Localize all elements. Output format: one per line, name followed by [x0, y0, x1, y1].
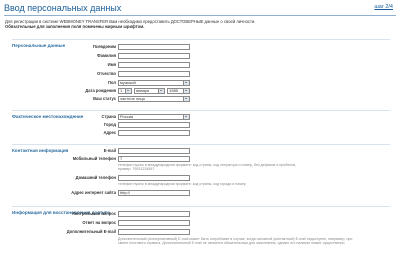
extra-phone-label: Домашний телефон — [75, 175, 116, 180]
firstname-label: Имя — [107, 62, 116, 67]
section-recovery: Информация для восстановления доступа — [12, 201, 390, 215]
answer-label: Ответ на вопрос — [82, 220, 116, 225]
patronymic-input[interactable] — [118, 71, 190, 77]
nickname-input[interactable] — [118, 44, 190, 50]
section-contact: Контактная информация — [12, 139, 390, 153]
website-label: Адрес интернет сайта — [71, 190, 116, 195]
extra-email-input[interactable] — [118, 229, 190, 235]
website-input[interactable]: http:// — [118, 190, 190, 196]
answer-input[interactable] — [118, 220, 190, 226]
page-title: Ввод персональных данных — [4, 3, 122, 13]
gender-select[interactable]: мужской — [118, 80, 190, 86]
gender-value: мужской — [120, 80, 136, 85]
question-label: Контрольный вопрос — [72, 211, 116, 216]
recovery-hint-line2: смене почтового сервиса. Дополнительный … — [118, 241, 345, 245]
status-label: Ваш статус — [93, 96, 116, 101]
website-value: http:// — [120, 190, 131, 195]
lastname-label: Фамилия — [97, 53, 116, 58]
chevron-down-icon — [183, 97, 189, 101]
birth-day-select[interactable]: 1 — [118, 88, 132, 94]
address-input[interactable] — [118, 130, 190, 136]
status-value: частное лицо — [120, 96, 145, 101]
birth-month-select[interactable]: января — [134, 88, 165, 94]
email-label: E-mail — [103, 148, 116, 153]
section-personal-title: Персональные данные — [12, 43, 66, 48]
firstname-input[interactable] — [118, 62, 190, 68]
required-note: Обязательные для заполнения поля помечен… — [5, 24, 145, 29]
lastname-input[interactable] — [118, 53, 190, 59]
address-label: Адрес — [103, 130, 116, 135]
chevron-down-icon — [183, 89, 189, 93]
patronymic-label: Отчество — [96, 71, 116, 76]
extra-phone-input[interactable] — [118, 175, 190, 181]
gender-label: Пол — [108, 80, 116, 85]
section-location-title: Фактическое местонахождение — [12, 114, 84, 119]
birth-year-select[interactable]: 1985 — [167, 88, 190, 94]
title-divider — [4, 15, 396, 16]
extra-email-label: Дополнительный E-mail — [66, 229, 116, 234]
chevron-down-icon — [183, 115, 189, 119]
mobile-hint-example: пример: 79031234567 — [118, 167, 155, 171]
country-select[interactable]: Россия — [118, 114, 190, 120]
chevron-down-icon — [125, 89, 131, 93]
section-personal: Персональные данные — [12, 34, 390, 48]
section-location: Фактическое местонахождение — [12, 105, 390, 119]
birth-day-value: 1 — [120, 88, 123, 93]
email-input[interactable] — [118, 148, 190, 154]
chevron-down-icon — [158, 89, 164, 93]
mobile-label: Мобильный телефон — [72, 156, 116, 161]
section-contact-title: Контактная информация — [12, 148, 69, 153]
birthdate-label: Дата рождения — [85, 88, 116, 93]
extra-phone-hint: телефон нужно в международном формате: к… — [118, 182, 246, 186]
chevron-down-icon — [183, 81, 189, 85]
city-input[interactable] — [118, 122, 190, 128]
country-label: Страна — [101, 114, 117, 119]
status-select[interactable]: частное лицо — [118, 96, 190, 102]
birth-year-value: 1985 — [169, 88, 178, 93]
country-value: Россия — [120, 114, 134, 119]
question-select[interactable] — [118, 211, 190, 217]
birth-month-value: января — [136, 88, 150, 93]
step-link[interactable]: шаг 2/4 — [374, 4, 393, 10]
city-label: Город — [103, 122, 116, 127]
mobile-input[interactable]: 7 — [118, 156, 190, 162]
nickname-label: Псевдоним — [92, 44, 116, 49]
mobile-value: 7 — [120, 156, 123, 161]
